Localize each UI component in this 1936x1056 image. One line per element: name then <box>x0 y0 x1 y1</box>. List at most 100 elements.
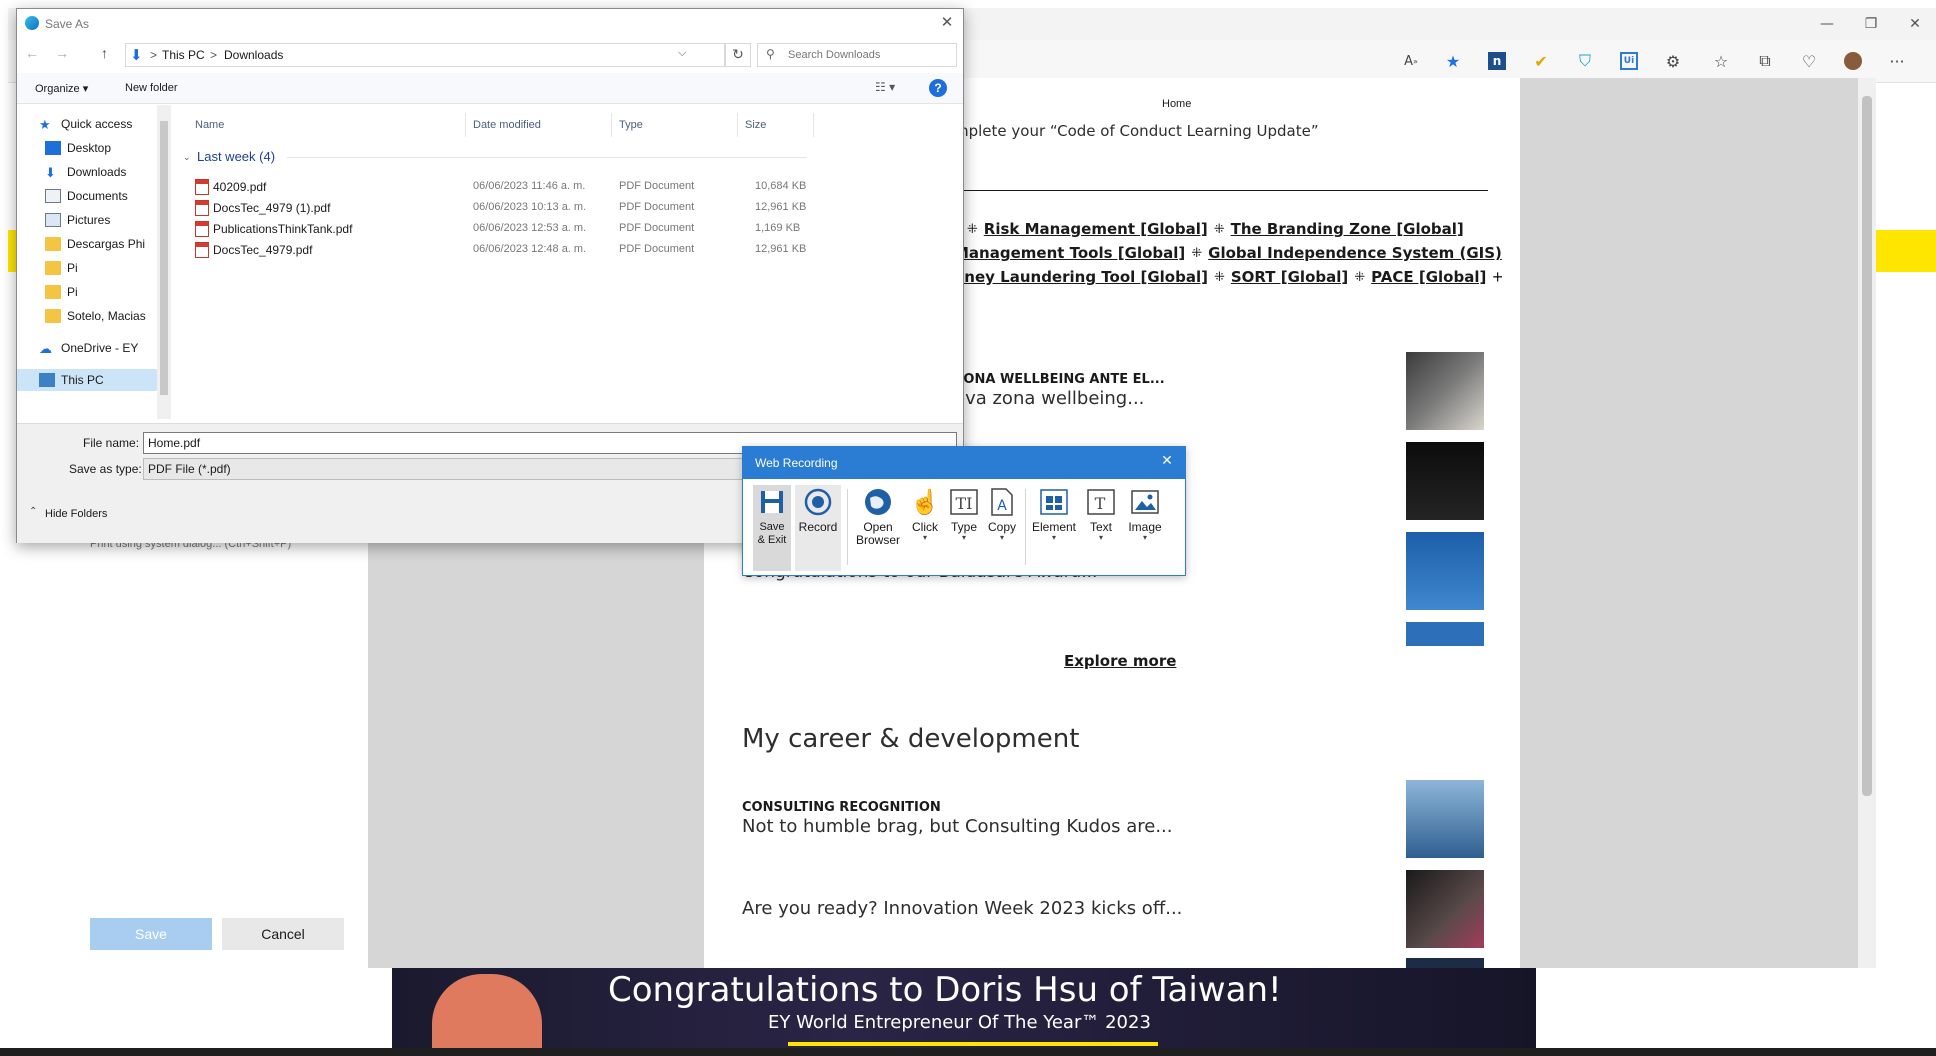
address-bar[interactable]: ⬇ > This PC > Downloads ⌵ <box>125 43 725 67</box>
column-date-modified[interactable]: Date modified <box>473 119 541 131</box>
image-button[interactable]: Image ▾ <box>1123 485 1167 571</box>
column-divider[interactable] <box>465 113 466 137</box>
breadcrumb-downloads[interactable]: Downloads <box>224 48 283 62</box>
news-thumbnail[interactable] <box>1406 958 1484 968</box>
read-aloud-icon[interactable]: A» <box>1398 48 1424 74</box>
chevron-down-icon[interactable]: ▾ <box>962 534 966 542</box>
new-folder-button[interactable]: New folder <box>125 82 178 94</box>
nav-item-desktop[interactable]: Desktop <box>17 137 157 159</box>
performance-icon[interactable]: ♡ <box>1796 48 1822 74</box>
news-thumbnail[interactable] <box>1406 622 1484 646</box>
nav-item-pictures[interactable]: Pictures <box>17 209 157 231</box>
chevron-down-icon[interactable]: ▾ <box>1099 534 1103 542</box>
news-thumbnail[interactable] <box>1406 352 1484 430</box>
link-branding-zone[interactable]: The Branding Zone [Global] <box>1231 220 1464 238</box>
refresh-button[interactable]: ↻ <box>725 43 751 67</box>
group-header[interactable]: Last week (4) <box>197 149 275 164</box>
link-management-tools[interactable]: Management Tools [Global] <box>954 244 1185 262</box>
minimize-button[interactable]: — <box>1804 8 1850 40</box>
record-icon <box>801 485 835 519</box>
favorites-icon[interactable]: ☆ <box>1708 48 1734 74</box>
more-icon[interactable]: ··· <box>1884 48 1910 74</box>
profile-avatar-icon[interactable] <box>1840 48 1866 74</box>
uipath-extension-icon[interactable]: Ui <box>1616 48 1642 74</box>
nav-item-pi-2[interactable]: Pi <box>17 281 157 303</box>
promo-banner[interactable]: Congratulations to Doris Hsu of Taiwan! … <box>392 968 1536 1048</box>
news-thumbnail[interactable] <box>1406 780 1484 858</box>
back-button[interactable]: ← <box>25 45 41 63</box>
chevron-down-icon[interactable]: ▾ <box>1052 534 1056 542</box>
column-divider[interactable] <box>611 113 612 137</box>
dialog-close-button[interactable]: ✕ <box>935 13 959 33</box>
record-button[interactable]: Record <box>795 485 841 571</box>
link-pace[interactable]: PACE [Global] <box>1371 268 1486 286</box>
cancel-button[interactable]: Cancel <box>222 918 344 950</box>
chevron-down-icon[interactable]: ▾ <box>1000 534 1004 542</box>
type-button[interactable]: TI Type ▾ <box>947 485 981 571</box>
help-icon[interactable]: ? <box>929 79 947 97</box>
news-thumbnail[interactable] <box>1406 532 1484 610</box>
onenote-extension-icon[interactable]: n <box>1484 48 1510 74</box>
save-button[interactable]: Save <box>90 918 212 950</box>
column-name[interactable]: Name <box>195 119 224 131</box>
nav-item-descargas-phi[interactable]: Descargas Phi <box>17 233 157 255</box>
text-button[interactable]: T Text ▾ <box>1083 485 1119 571</box>
click-button[interactable]: ☝ Click ▾ <box>907 485 943 571</box>
news-title[interactable]: CONSULTING RECOGNITION <box>742 800 941 815</box>
forward-button[interactable]: → <box>55 45 71 63</box>
up-button[interactable]: ↑ <box>101 45 117 63</box>
file-row[interactable]: PublicationsThinkTank.pdf 06/06/2023 12:… <box>195 219 800 239</box>
nav-item-documents[interactable]: Documents <box>17 185 157 207</box>
news-body[interactable]: Are you ready? Innovation Week 2023 kick… <box>742 898 1182 919</box>
file-row[interactable]: DocsTec_4979 (1).pdf 06/06/2023 10:13 a.… <box>195 198 806 218</box>
file-date: 06/06/2023 11:46 a. m. <box>473 180 586 192</box>
news-title[interactable]: ZONA WELLBEING ANTE EL... <box>954 372 1165 387</box>
breadcrumb-this-pc[interactable]: This PC <box>162 48 205 62</box>
check-extension-icon[interactable]: ✔ <box>1528 48 1554 74</box>
explore-more-link[interactable]: Explore more <box>1064 652 1176 670</box>
file-row[interactable]: 40209.pdf 06/06/2023 11:46 a. m. PDF Doc… <box>195 177 806 197</box>
column-divider[interactable] <box>737 113 738 137</box>
preview-scrollbar-thumb[interactable] <box>1862 96 1872 796</box>
link-money-laundering[interactable]: oney Laundering Tool [Global] <box>954 268 1208 286</box>
nav-item-pi[interactable]: Pi <box>17 257 157 279</box>
chevron-up-icon[interactable]: ⌃ <box>29 506 37 517</box>
nav-item-downloads[interactable]: ⬇ Downloads <box>17 161 157 183</box>
hide-folders-button[interactable]: Hide Folders <box>45 508 107 520</box>
restore-button[interactable]: ❐ <box>1848 8 1894 40</box>
nav-item-quick-access[interactable]: ★ Quick access <box>17 113 157 135</box>
column-divider[interactable] <box>813 113 814 137</box>
collapse-group-icon[interactable]: ⌄ <box>183 153 191 163</box>
element-button[interactable]: Element ▾ <box>1031 485 1077 571</box>
news-body[interactable]: Not to humble brag, but Consulting Kudos… <box>742 816 1172 837</box>
chevron-down-icon[interactable]: ▾ <box>923 534 927 542</box>
web-recording-close-button[interactable]: ✕ <box>1157 453 1177 473</box>
file-row[interactable]: DocsTec_4979.pdf 06/06/2023 12:48 a. m. … <box>195 240 806 260</box>
column-type[interactable]: Type <box>619 119 643 131</box>
plus-icon[interactable]: + <box>1492 267 1503 288</box>
nav-item-this-pc[interactable]: This PC <box>17 369 157 391</box>
nav-scrollbar-thumb[interactable] <box>160 121 168 395</box>
close-button[interactable]: ✕ <box>1892 8 1936 40</box>
collections-icon[interactable]: ⧉ <box>1752 48 1778 74</box>
view-options-icon[interactable]: ☷ ▾ <box>875 80 895 94</box>
open-browser-button[interactable]: Open Browser <box>853 485 903 571</box>
link-gis[interactable]: Global Independence System (GIS) <box>1208 244 1502 262</box>
link-sort[interactable]: SORT [Global] <box>1231 268 1348 286</box>
column-size[interactable]: Size <box>745 119 766 131</box>
shield-extension-icon[interactable]: ⛉ <box>1572 48 1598 74</box>
extensions-icon[interactable]: ⚙ <box>1660 48 1686 74</box>
search-input[interactable]: ⚲ Search Downloads <box>757 43 957 67</box>
chevron-down-icon[interactable]: ⌵ <box>678 47 686 60</box>
nav-item-sotelo-macias[interactable]: Sotelo, Macias <box>17 305 157 327</box>
chevron-down-icon[interactable]: ▾ <box>1143 534 1147 542</box>
favorite-star-icon[interactable]: ★ <box>1440 48 1466 74</box>
news-thumbnail[interactable] <box>1406 870 1484 948</box>
news-body[interactable]: eva zona wellbeing... <box>954 388 1144 409</box>
nav-item-onedrive[interactable]: ☁ OneDrive - EY <box>17 337 157 359</box>
link-risk-management[interactable]: Risk Management [Global] <box>984 220 1208 238</box>
save-exit-button[interactable]: Save & Exit <box>753 485 791 571</box>
copy-button[interactable]: A Copy ▾ <box>985 485 1019 571</box>
news-thumbnail[interactable] <box>1406 442 1484 520</box>
organize-menu[interactable]: Organize ▾ <box>35 82 88 95</box>
